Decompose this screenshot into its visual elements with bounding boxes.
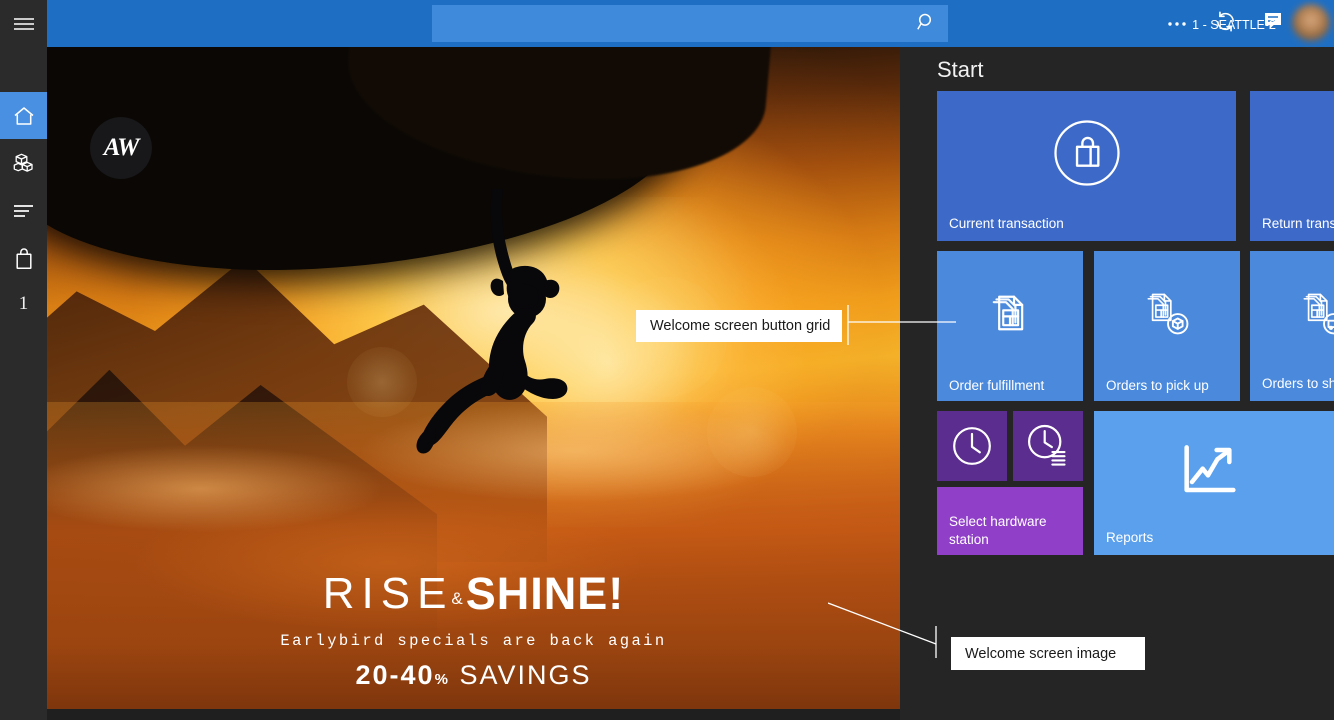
store-identifier: 1 - SEATTLE-2	[1164, 18, 1276, 34]
callout-button-grid-label: Welcome screen button grid	[650, 318, 830, 334]
shopping-bag-icon	[14, 248, 34, 271]
hero-offer-range: 20-40	[356, 660, 435, 690]
document-stack-box-icon	[1094, 251, 1240, 375]
tile-return-transaction[interactable]: Return transaction	[1250, 91, 1334, 241]
tile-label: Order fulfillment	[949, 377, 1077, 395]
bag-return-icon	[1250, 91, 1334, 215]
tile-time-clock[interactable]	[937, 411, 1007, 481]
hero-headline-shine: SHINE!	[466, 571, 625, 616]
hamburger-icon	[13, 16, 35, 32]
user-identity[interactable]: 1 - SEATTLE-2	[1164, 4, 1276, 33]
list-lines-icon	[12, 203, 36, 219]
hero-offer: 20-40% SAVINGS	[47, 660, 900, 691]
hero-headline-amp: &	[451, 590, 462, 607]
sidebar-item-home[interactable]	[0, 92, 47, 139]
callout-welcome-image-label: Welcome screen image	[965, 646, 1116, 662]
hero-caption: RISE & SHINE! Earlybird specials are bac…	[47, 571, 900, 691]
chart-growth-icon	[1094, 411, 1334, 529]
sidebar-item-menu[interactable]	[0, 0, 47, 47]
cart-count-badge[interactable]: 1	[0, 283, 47, 325]
tile-label: Current transaction	[949, 215, 1230, 233]
hero-headline: RISE & SHINE!	[47, 571, 900, 616]
tile-reports[interactable]: Reports	[1094, 411, 1334, 555]
callout-welcome-image: Welcome screen image	[951, 637, 1145, 670]
hero-subline: Earlybird specials are back again	[47, 632, 900, 650]
brand-logo: AW	[90, 117, 152, 179]
sidebar-item-cart[interactable]	[0, 235, 47, 283]
tile-time-clock-entries[interactable]	[1013, 411, 1083, 481]
document-stack-icon	[937, 251, 1083, 375]
tile-current-transaction[interactable]: Current transaction	[937, 91, 1236, 241]
products-cubes-icon	[12, 152, 36, 174]
tile-label: Orders to pick up	[1106, 377, 1234, 395]
sidebar-item-products[interactable]	[0, 139, 47, 187]
page-title: Start	[937, 57, 983, 83]
search-bar[interactable]	[432, 5, 948, 42]
home-icon	[12, 105, 36, 127]
callout-button-grid: Welcome screen button grid	[636, 310, 842, 342]
document-stack-truck-icon	[1250, 251, 1334, 375]
welcome-screen-image: AW RISE & SHINE! Earlybird specials are …	[47, 47, 900, 709]
hero-headline-rise: RISE	[323, 572, 454, 616]
search-button[interactable]	[904, 5, 948, 42]
tile-order-fulfillment[interactable]: Order fulfillment	[937, 251, 1083, 401]
tile-label: Reports	[1106, 529, 1334, 547]
app-root: 1	[0, 0, 1334, 720]
start-panel: Start Current transaction Return transac…	[900, 47, 1334, 720]
search-icon	[916, 12, 936, 35]
user-name	[1164, 4, 1276, 18]
clock-list-icon	[1013, 411, 1083, 481]
clock-icon	[937, 411, 1007, 481]
tile-label: Select hardware station	[949, 513, 1077, 549]
climber-silhouette	[377, 177, 617, 457]
hero-offer-percent: %	[435, 671, 450, 688]
tile-label: Return transaction	[1262, 215, 1334, 233]
avatar[interactable]	[1292, 4, 1330, 42]
sidebar-item-tasks[interactable]	[0, 187, 47, 235]
hero-offer-word: SAVINGS	[459, 660, 591, 690]
tile-orders-to-ship[interactable]: Orders to ship	[1250, 251, 1334, 401]
top-app-bar: 1 - SEATTLE-2	[47, 0, 1334, 47]
tile-orders-to-pick-up[interactable]: Orders to pick up	[1094, 251, 1240, 401]
tile-select-hardware-station[interactable]: Select hardware station	[937, 487, 1083, 555]
left-navigation-rail: 1	[0, 0, 47, 720]
search-input[interactable]	[432, 5, 904, 42]
tile-label: Orders to ship	[1262, 375, 1334, 393]
shopping-bag-circle-icon	[937, 91, 1236, 215]
